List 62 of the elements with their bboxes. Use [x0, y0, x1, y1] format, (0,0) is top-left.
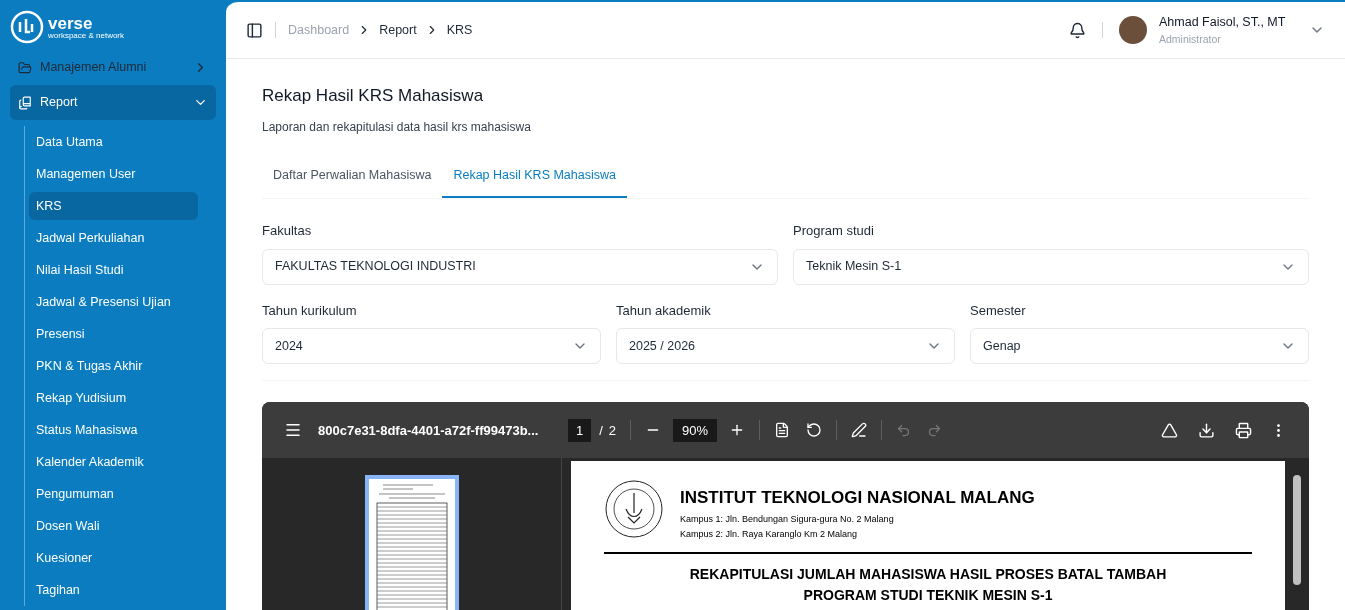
- logo-icon: [10, 10, 44, 44]
- pdf-filename: 800c7e31-8dfa-4401-a72f-ff99473b...: [318, 421, 540, 440]
- page-number-field[interactable]: 1: [568, 418, 592, 442]
- select-field[interactable]: Genap: [970, 328, 1309, 365]
- zoom-field[interactable]: 90%: [673, 418, 718, 442]
- campus-address: Kampus 1: Jln. Bendungan Sigura-gura No. 2 Malang: [680, 512, 895, 526]
- sidebar-subitem[interactable]: Dosen Wali: [29, 512, 198, 540]
- download-icon[interactable]: [1198, 421, 1215, 439]
- report-heading: REKAPITULASI JUMLAH MAHASISWA HASIL PROSES BATAL TAMBAH: [689, 564, 1167, 584]
- select-field[interactable]: FAKULTAS TEKNOLOGI INDUSTRI: [262, 248, 778, 285]
- sidebar-subitem[interactable]: PKN & Tugas Akhir: [29, 352, 198, 380]
- page-count: 2: [608, 421, 617, 440]
- logo-text: verse: [48, 14, 94, 32]
- avatar: [1119, 16, 1147, 44]
- field-label: Program studi: [793, 222, 875, 241]
- breadcrumb-link[interactable]: Dashboard: [288, 20, 350, 40]
- user-name: Ahmad Faisol, ST., MT: [1159, 13, 1287, 31]
- sidebar-toggle-icon[interactable]: [246, 21, 263, 39]
- sidebar-subitem[interactable]: Rekap Yudisium: [29, 384, 198, 412]
- page-title: Rekap Hasil KRS Mahasiswa: [262, 85, 485, 107]
- folder-icon: [18, 60, 32, 75]
- select-field[interactable]: 2025 / 2026: [616, 328, 955, 365]
- sidebar-subitem[interactable]: Presensi: [29, 320, 198, 348]
- breadcrumb-link[interactable]: Report: [379, 20, 417, 40]
- select-field[interactable]: Teknik Mesin S-1: [793, 248, 1309, 285]
- page-separator: /: [599, 421, 603, 440]
- sidebar-subitem[interactable]: Nilai Hasil Studi: [29, 256, 198, 284]
- fit-page-icon[interactable]: [774, 422, 791, 439]
- sidebar-subitem[interactable]: Jadwal Perkuliahan: [29, 224, 198, 252]
- field-label: Semester: [970, 301, 1027, 320]
- logo-tagline: workspace & network: [48, 31, 125, 40]
- books-icon: [18, 95, 32, 110]
- sidebar-subitem[interactable]: Pengumuman: [29, 480, 198, 508]
- tab[interactable]: Daftar Perwalian Mahasiswa: [262, 157, 443, 199]
- rotate-icon[interactable]: [806, 422, 823, 439]
- field-label: Fakultas: [262, 222, 313, 241]
- sidebar-subitem[interactable]: Status Mahasiswa: [29, 416, 198, 444]
- field-label: Tahun kurikulum: [262, 301, 358, 320]
- sidebar-subitem[interactable]: Jadwal & Presensi Ujian: [29, 288, 198, 316]
- page-subtitle: Laporan dan rekapitulasi data hasil krs mahasiswa: [262, 118, 532, 136]
- seal-logo-icon: [604, 479, 664, 540]
- sidebar-item[interactable]: Manajemen Alumni: [10, 50, 216, 85]
- notification-bell-icon[interactable]: [1069, 21, 1086, 39]
- sidebar-subitem[interactable]: Kuesioner: [29, 544, 198, 572]
- breadcrumb-link[interactable]: KRS: [446, 20, 473, 40]
- undo-icon[interactable]: [896, 422, 912, 438]
- sidebar-item[interactable]: Report: [10, 85, 216, 120]
- sidebar-subitem[interactable]: Data Utama: [29, 128, 198, 156]
- sidebar-subitem[interactable]: KRS: [29, 192, 198, 220]
- field-label: Tahun akademik: [616, 301, 712, 320]
- redo-icon[interactable]: [927, 422, 943, 438]
- print-icon[interactable]: [1235, 421, 1252, 439]
- user-role: Administrator: [1159, 31, 1222, 47]
- sidebar-subitem[interactable]: Managemen User: [29, 160, 198, 188]
- institution-name: INSTITUT TEKNOLOGI NASIONAL MALANG: [680, 487, 1035, 510]
- sidebar-subitem[interactable]: Kalender Akademik: [29, 448, 198, 476]
- campus-address: Kampus 2: Jln. Raya Karanglo Km 2 Malang: [680, 528, 859, 542]
- select-field[interactable]: 2024: [262, 328, 601, 365]
- tab[interactable]: Rekap Hasil KRS Mahasiswa: [442, 157, 627, 199]
- sidebar-subitem[interactable]: Tagihan: [29, 576, 198, 604]
- report-heading: PROGRAM STUDI TEKNIK MESIN S-1: [803, 585, 1053, 605]
- draw-icon[interactable]: [851, 422, 868, 439]
